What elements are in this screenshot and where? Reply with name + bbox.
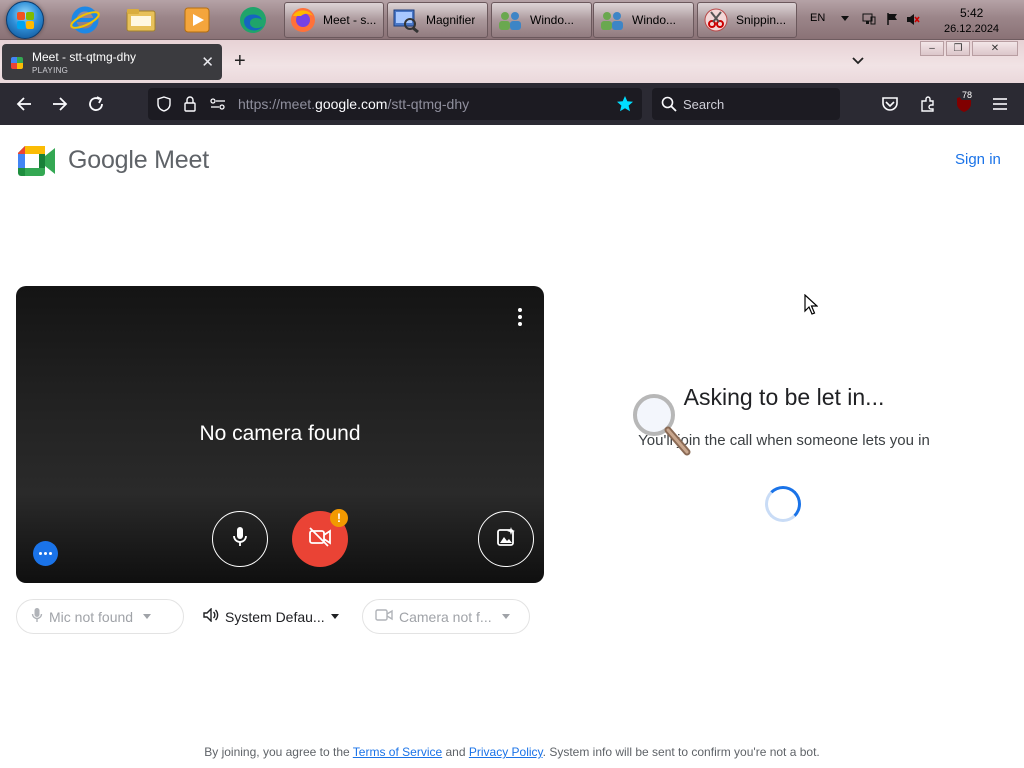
mic-device-select[interactable]: Mic not found (16, 599, 184, 634)
brand-title: Google Meet (68, 146, 209, 174)
speaker-device-select[interactable]: System Defau... (190, 599, 356, 634)
url-domain: google.com (315, 96, 388, 112)
taskbar-window-label: Meet - s... (323, 13, 377, 27)
extensions-puzzle-icon[interactable] (918, 94, 938, 114)
magnifier-cursor-icon (631, 392, 693, 458)
chevron-down-icon (143, 614, 152, 619)
loading-spinner (765, 486, 801, 522)
speaker-icon (203, 607, 219, 625)
speaker-device-label: System Defau... (225, 608, 325, 625)
list-all-tabs-chevron-down-icon[interactable] (850, 52, 866, 68)
footer-prefix: By joining, you agree to the (204, 745, 353, 759)
sign-in-link[interactable]: Sign in (955, 151, 1001, 168)
browser-nav-bar: https://meet.google.com/stt-qtmg-dhy Sea… (0, 83, 1024, 125)
taskbar-window-label: Windo... (632, 13, 677, 27)
language-indicator[interactable]: EN (810, 12, 825, 24)
start-button[interactable] (6, 1, 44, 39)
no-camera-message: No camera found (199, 422, 361, 445)
magnifier-app-icon (392, 6, 420, 34)
firefox-icon (289, 6, 317, 34)
meet-favicon-icon (11, 57, 23, 69)
pocket-icon[interactable] (880, 94, 900, 114)
windows-app-icon (496, 6, 524, 34)
system-tray: EN 5:42 26.12.2024 (808, 0, 1024, 40)
windows-app-icon (598, 6, 626, 34)
window-close-button[interactable]: ✕ (972, 41, 1018, 56)
edge-icon[interactable] (236, 3, 270, 37)
address-bar[interactable]: https://meet.google.com/stt-qtmg-dhy (148, 88, 642, 120)
windows-logo-icon (17, 12, 35, 30)
privacy-policy-link[interactable]: Privacy Policy (469, 745, 543, 759)
more-options-kebab-icon[interactable] (518, 308, 522, 329)
taskbar-window-windows-2[interactable]: Windo... (593, 2, 694, 38)
browser-tab-strip: Meet - stt-qtmg-dhy PLAYING ✕ + – ❐ ✕ (0, 40, 1024, 83)
clock-date[interactable]: 26.12.2024 (944, 23, 999, 35)
network-icon[interactable] (862, 12, 876, 31)
tray-expand-icon[interactable] (841, 16, 849, 21)
tab-audio-status: PLAYING (32, 66, 69, 75)
camera-off-icon (308, 526, 332, 552)
forward-arrow-icon[interactable] (50, 94, 70, 114)
taskbar-window-windows-1[interactable]: Windo... (491, 2, 592, 38)
camera-device-label: Camera not f... (399, 608, 492, 625)
footer-and: and (442, 745, 469, 759)
taskbar-window-label: Windo... (530, 13, 575, 27)
tab-title: Meet - stt-qtmg-dhy (32, 50, 137, 64)
more-actions-button[interactable] (33, 541, 58, 566)
lock-icon[interactable] (183, 96, 197, 117)
chevron-down-icon (330, 614, 339, 619)
windows-taskbar: Meet - s... Magnifier Windo... Windo... … (0, 0, 1024, 40)
search-icon (661, 96, 677, 117)
back-arrow-icon[interactable] (14, 94, 34, 114)
camera-device-select[interactable]: Camera not f... (362, 599, 530, 634)
window-minimize-button[interactable]: – (920, 41, 944, 56)
menu-hamburger-icon[interactable] (990, 94, 1010, 114)
video-preview: No camera found ! (16, 286, 544, 583)
search-bar[interactable]: Search (652, 88, 840, 120)
taskbar-window-label: Snippin... (736, 13, 787, 27)
tab-close-icon[interactable]: ✕ (201, 53, 214, 71)
footer-suffix: . System info will be sent to confirm yo… (542, 745, 820, 759)
search-placeholder: Search (683, 97, 725, 112)
terms-footer: By joining, you agree to the Terms of Se… (0, 745, 1024, 759)
taskbar-window-snipping[interactable]: Snippin... (697, 2, 797, 38)
window-restore-button[interactable]: ❐ (946, 41, 970, 56)
url-prefix: https://meet. (238, 96, 316, 112)
url-text[interactable]: https://meet.google.com/stt-qtmg-dhy (238, 96, 469, 112)
media-player-icon[interactable] (180, 3, 214, 37)
camera-icon (375, 608, 393, 625)
volume-muted-icon[interactable] (906, 13, 920, 31)
microphone-toggle-button[interactable] (212, 511, 268, 567)
new-tab-button[interactable]: + (234, 50, 246, 73)
tracking-shield-icon[interactable] (156, 96, 172, 117)
microphone-icon (31, 607, 43, 626)
site-permissions-icon[interactable] (209, 97, 227, 116)
snipping-tool-icon (702, 6, 730, 34)
clock-time[interactable]: 5:42 (960, 6, 983, 20)
taskbar-window-label: Magnifier (426, 13, 476, 27)
terms-of-service-link[interactable]: Terms of Service (353, 745, 442, 759)
mouse-pointer-icon (804, 293, 819, 321)
taskbar-window-meet[interactable]: Meet - s... (284, 2, 384, 38)
extension-badge-count: 78 (960, 90, 975, 100)
internet-explorer-icon[interactable] (68, 3, 102, 37)
bookmark-star-icon[interactable] (616, 95, 634, 118)
tab-meet[interactable]: Meet - stt-qtmg-dhy PLAYING ✕ (2, 44, 222, 80)
mic-device-label: Mic not found (49, 608, 134, 625)
action-center-flag-icon[interactable] (886, 12, 898, 31)
taskbar-window-magnifier[interactable]: Magnifier (387, 2, 488, 38)
reload-icon[interactable] (86, 94, 106, 114)
url-path: /stt-qtmg-dhy (387, 96, 470, 112)
chevron-down-icon (501, 614, 510, 619)
visual-effects-button[interactable] (478, 511, 534, 567)
google-meet-logo-icon[interactable] (18, 146, 55, 176)
camera-warning-badge: ! (330, 509, 348, 527)
microphone-icon (231, 526, 249, 553)
visual-effects-icon (496, 526, 516, 552)
file-explorer-icon[interactable] (124, 3, 158, 37)
